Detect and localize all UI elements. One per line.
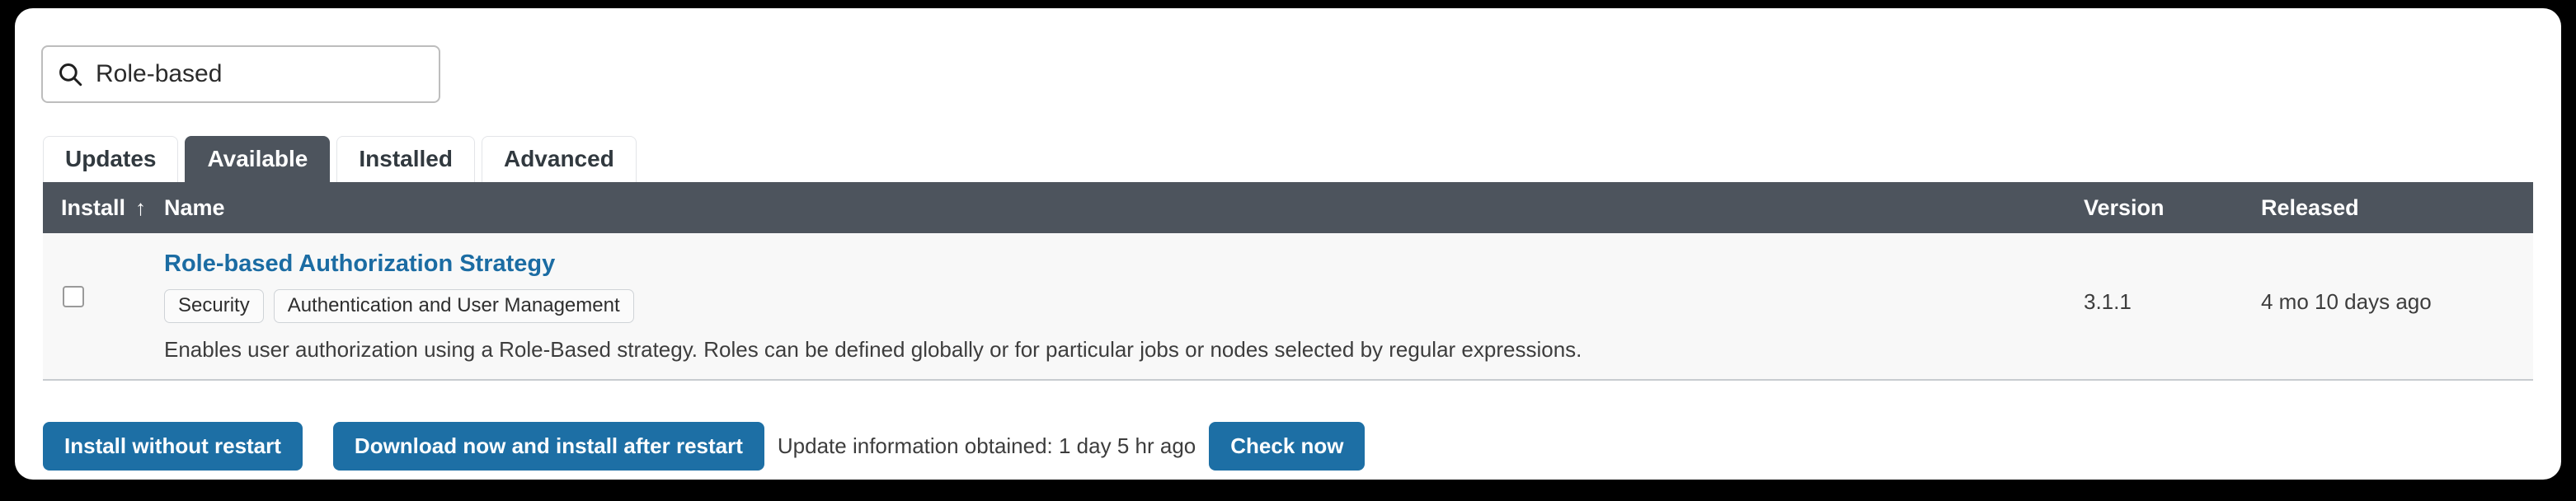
cell-released: 4 mo 10 days ago xyxy=(2261,289,2432,314)
plugin-install-checkbox[interactable] xyxy=(63,286,84,307)
cell-install xyxy=(43,251,164,342)
check-now-button[interactable]: Check now xyxy=(1209,422,1366,471)
plugin-tabs: Updates Available Installed Advanced xyxy=(43,136,637,182)
search-box[interactable] xyxy=(41,45,440,103)
column-header-name[interactable]: Name xyxy=(164,195,2084,221)
plugin-manager-page: Updates Available Installed Advanced Ins… xyxy=(15,8,2561,480)
action-bar: Install without restart Download now and… xyxy=(43,422,1366,471)
sort-ascending-icon: ↑ xyxy=(135,195,147,220)
plugin-title-link[interactable]: Role-based Authorization Strategy xyxy=(164,250,555,278)
table-header-row: Install ↑ Name Version Released xyxy=(43,182,2533,233)
plugin-labels: Security Authentication and User Managem… xyxy=(164,288,2067,323)
plugin-label-authentication-and-user-management[interactable]: Authentication and User Management xyxy=(273,288,634,323)
update-information-text: Update information obtained: 1 day 5 hr … xyxy=(777,433,1196,458)
tab-advanced[interactable]: Advanced xyxy=(481,136,637,182)
screenshot-root: Updates Available Installed Advanced Ins… xyxy=(0,0,2576,501)
tab-available[interactable]: Available xyxy=(185,136,331,182)
column-header-install[interactable]: Install ↑ xyxy=(43,195,164,221)
cell-name: Role-based Authorization Strategy Securi… xyxy=(164,250,2084,363)
column-header-install-label: Install xyxy=(61,194,126,220)
cell-version: 3.1.1 xyxy=(2084,289,2132,314)
install-without-restart-button[interactable]: Install without restart xyxy=(43,422,303,471)
plugins-table: Install ↑ Name Version Released Role-bas… xyxy=(43,182,2533,382)
plugin-label-security[interactable]: Security xyxy=(164,288,264,323)
download-now-install-after-restart-button[interactable]: Download now and install after restart xyxy=(332,422,764,471)
plugin-description: Enables user authorization using a Role-… xyxy=(164,336,1582,362)
tab-updates[interactable]: Updates xyxy=(43,136,179,182)
table-row: Role-based Authorization Strategy Securi… xyxy=(43,233,2533,382)
search-input[interactable] xyxy=(96,60,409,88)
column-header-version[interactable]: Version xyxy=(2084,195,2261,221)
search-icon xyxy=(59,63,82,87)
tab-installed[interactable]: Installed xyxy=(336,136,475,182)
column-header-released[interactable]: Released xyxy=(2261,195,2533,221)
